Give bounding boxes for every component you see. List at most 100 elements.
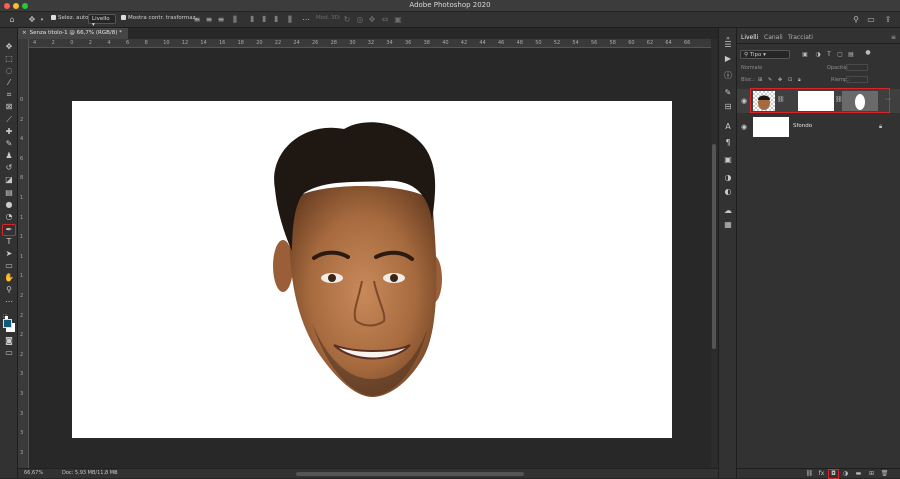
screen-mode-icon[interactable]: ▭ [3, 348, 15, 358]
blend-mode-select[interactable]: Normale [741, 65, 762, 71]
filter-type-icon[interactable]: T [825, 51, 833, 59]
gradient-tool[interactable]: ▤ [3, 188, 15, 198]
eye-icon[interactable]: ◉ [741, 97, 747, 105]
vertical-scroll-thumb[interactable] [712, 144, 716, 349]
dodge-tool[interactable]: ◔ [3, 212, 15, 222]
tab-channels[interactable]: Canali [764, 34, 783, 41]
move-icon[interactable]: ✥ [28, 16, 36, 24]
layer-name[interactable]: Sfondo [793, 123, 812, 129]
lock-position-icon[interactable]: ✥ [778, 77, 782, 83]
distribute-icon[interactable]: ⫴ [272, 16, 280, 24]
lock-label: Bloc.: [741, 77, 755, 83]
eyedropper-tool[interactable]: ⟋ [3, 115, 15, 125]
folder-icon[interactable]: ▬ [854, 470, 863, 478]
tab-paths[interactable]: Tracciati [788, 34, 813, 41]
quick-select-tool[interactable]: ⁄ [3, 78, 15, 88]
more-options-icon[interactable]: ⋯ [302, 16, 310, 24]
home-icon[interactable]: ⌂ [8, 16, 16, 24]
brush-tool[interactable]: ✎ [3, 139, 15, 149]
filter-adjustment-icon[interactable]: ◑ [814, 51, 822, 59]
filter-toggle-icon[interactable]: ● [864, 49, 872, 57]
align-right-icon[interactable]: ≡ [217, 16, 225, 24]
document-canvas[interactable] [72, 101, 672, 438]
eraser-tool[interactable]: ◪ [3, 175, 15, 185]
layer-thumbnail[interactable] [753, 117, 789, 137]
history-icon[interactable]: ☰ [723, 40, 733, 50]
link-icon[interactable]: ⛓︎ [805, 470, 814, 478]
lock-pixels-icon[interactable]: ✎ [768, 77, 772, 83]
adjustment-icon[interactable]: ◑ [841, 470, 850, 478]
lock-transparent-icon[interactable]: ⊞ [758, 77, 762, 83]
panel-menu-icon[interactable]: ≡ [891, 34, 896, 41]
align-center-icon[interactable]: ≡ [205, 16, 213, 24]
distribute-icon[interactable]: ⫴ [260, 16, 268, 24]
filter-shape-icon[interactable]: ▢ [836, 51, 844, 59]
fill-field[interactable] [846, 76, 868, 83]
auto-select-checkbox[interactable]: Selez. auto: [51, 15, 90, 21]
ruler-tick-label: 34 [386, 40, 393, 46]
adjustments-icon[interactable]: ◑ [723, 173, 733, 183]
color-icon[interactable]: ◐ [723, 187, 733, 197]
lock-artboard-icon[interactable]: ⊡ [788, 77, 792, 83]
rectangle-tool[interactable]: ▭ [3, 261, 15, 271]
filter-pixel-icon[interactable]: ▣ [801, 51, 809, 59]
share-icon[interactable]: ⇪ [884, 16, 892, 24]
filter-kind-select[interactable]: ⚲ Tipo ▾ [740, 50, 790, 59]
quick-mask-icon[interactable]: ◙ [3, 336, 15, 346]
swatches-icon[interactable]: ▦ [723, 220, 733, 230]
ruler-tick-label: 56 [591, 40, 598, 46]
fx-icon[interactable]: fx [817, 470, 826, 478]
workspace-icon[interactable]: ▭ [867, 16, 875, 24]
trash-icon[interactable]: 🗑︎ [880, 470, 889, 478]
info-icon[interactable]: ⓘ [723, 71, 733, 81]
distribute-icon[interactable]: ⫼ [286, 16, 294, 24]
new-layer-icon[interactable]: ⊞ [867, 470, 876, 478]
search-icon[interactable]: ⚲ [852, 16, 860, 24]
move-tool[interactable]: ✥ [3, 42, 15, 52]
play-icon[interactable]: ▶ [723, 54, 733, 64]
crop-tool[interactable]: ⌗ [3, 90, 15, 100]
opacity-field[interactable] [846, 64, 868, 71]
close-icon[interactable]: × [22, 30, 27, 36]
chevron-down-icon[interactable]: ▾ [38, 16, 46, 24]
filter-smart-object-icon[interactable]: ▤ [847, 51, 855, 59]
character-icon[interactable]: A [723, 122, 733, 132]
ruler-tick-label: 6 [20, 155, 24, 162]
history-brush-tool[interactable]: ↺ [3, 163, 15, 173]
vertical-scrollbar[interactable] [711, 39, 718, 468]
properties-icon[interactable]: ⊟ [723, 102, 733, 112]
lasso-tool[interactable]: ◌ [3, 66, 15, 76]
add-mask-icon[interactable]: ◘ [829, 470, 838, 478]
libraries-icon[interactable]: ☁ [723, 206, 733, 216]
horizontal-scroll-thumb[interactable] [296, 472, 524, 476]
path-select-tool[interactable]: ➤ [3, 249, 15, 259]
align-top-icon[interactable]: ⫼ [231, 16, 239, 24]
foreground-color-swatch[interactable] [3, 319, 12, 328]
stamp-tool[interactable]: ♟ [3, 151, 15, 161]
tab-layers[interactable]: Livelli [741, 34, 758, 41]
distribute-icon[interactable]: ⫴ [248, 16, 256, 24]
auto-select-target-select[interactable]: Livello ▾ [88, 14, 116, 28]
paragraph-icon[interactable]: ¶ [723, 138, 733, 148]
marquee-tool[interactable]: ⬚ [3, 54, 15, 64]
lock-all-icon[interactable]: 🔒︎ [798, 77, 801, 83]
pen-tool[interactable]: ✒ [3, 225, 15, 235]
layer-row[interactable]: ◉ Sfondo 🔒︎ [737, 115, 900, 139]
ruler-tick-label: 60 [628, 40, 635, 46]
frame-tool[interactable]: ⊠ [3, 102, 15, 112]
more-tools[interactable]: ⋯ [3, 297, 15, 307]
eye-icon[interactable]: ◉ [741, 123, 747, 131]
type-tool[interactable]: T [3, 237, 15, 247]
show-transform-checkbox[interactable]: Mostra contr. trasformaz. [121, 15, 197, 21]
clone-source-icon[interactable]: ▣ [723, 155, 733, 165]
blur-tool[interactable]: ● [3, 200, 15, 210]
chevron-right-icon[interactable]: › [114, 470, 116, 476]
zoom-tool[interactable]: ⚲ [3, 285, 15, 295]
healing-tool[interactable]: ✚ [3, 127, 15, 137]
brush-settings-icon[interactable]: ✎ [723, 88, 733, 98]
document-tab[interactable]: × Senza titolo-1 @ 66,7% (RGB/8) * [18, 28, 128, 39]
align-left-icon[interactable]: ≡ [193, 16, 201, 24]
hand-tool[interactable]: ✋ [3, 273, 15, 283]
zoom-level[interactable]: 66,67% [24, 470, 43, 476]
document-size-status[interactable]: Doc: 5,93 MB/11,8 MB [62, 470, 118, 476]
